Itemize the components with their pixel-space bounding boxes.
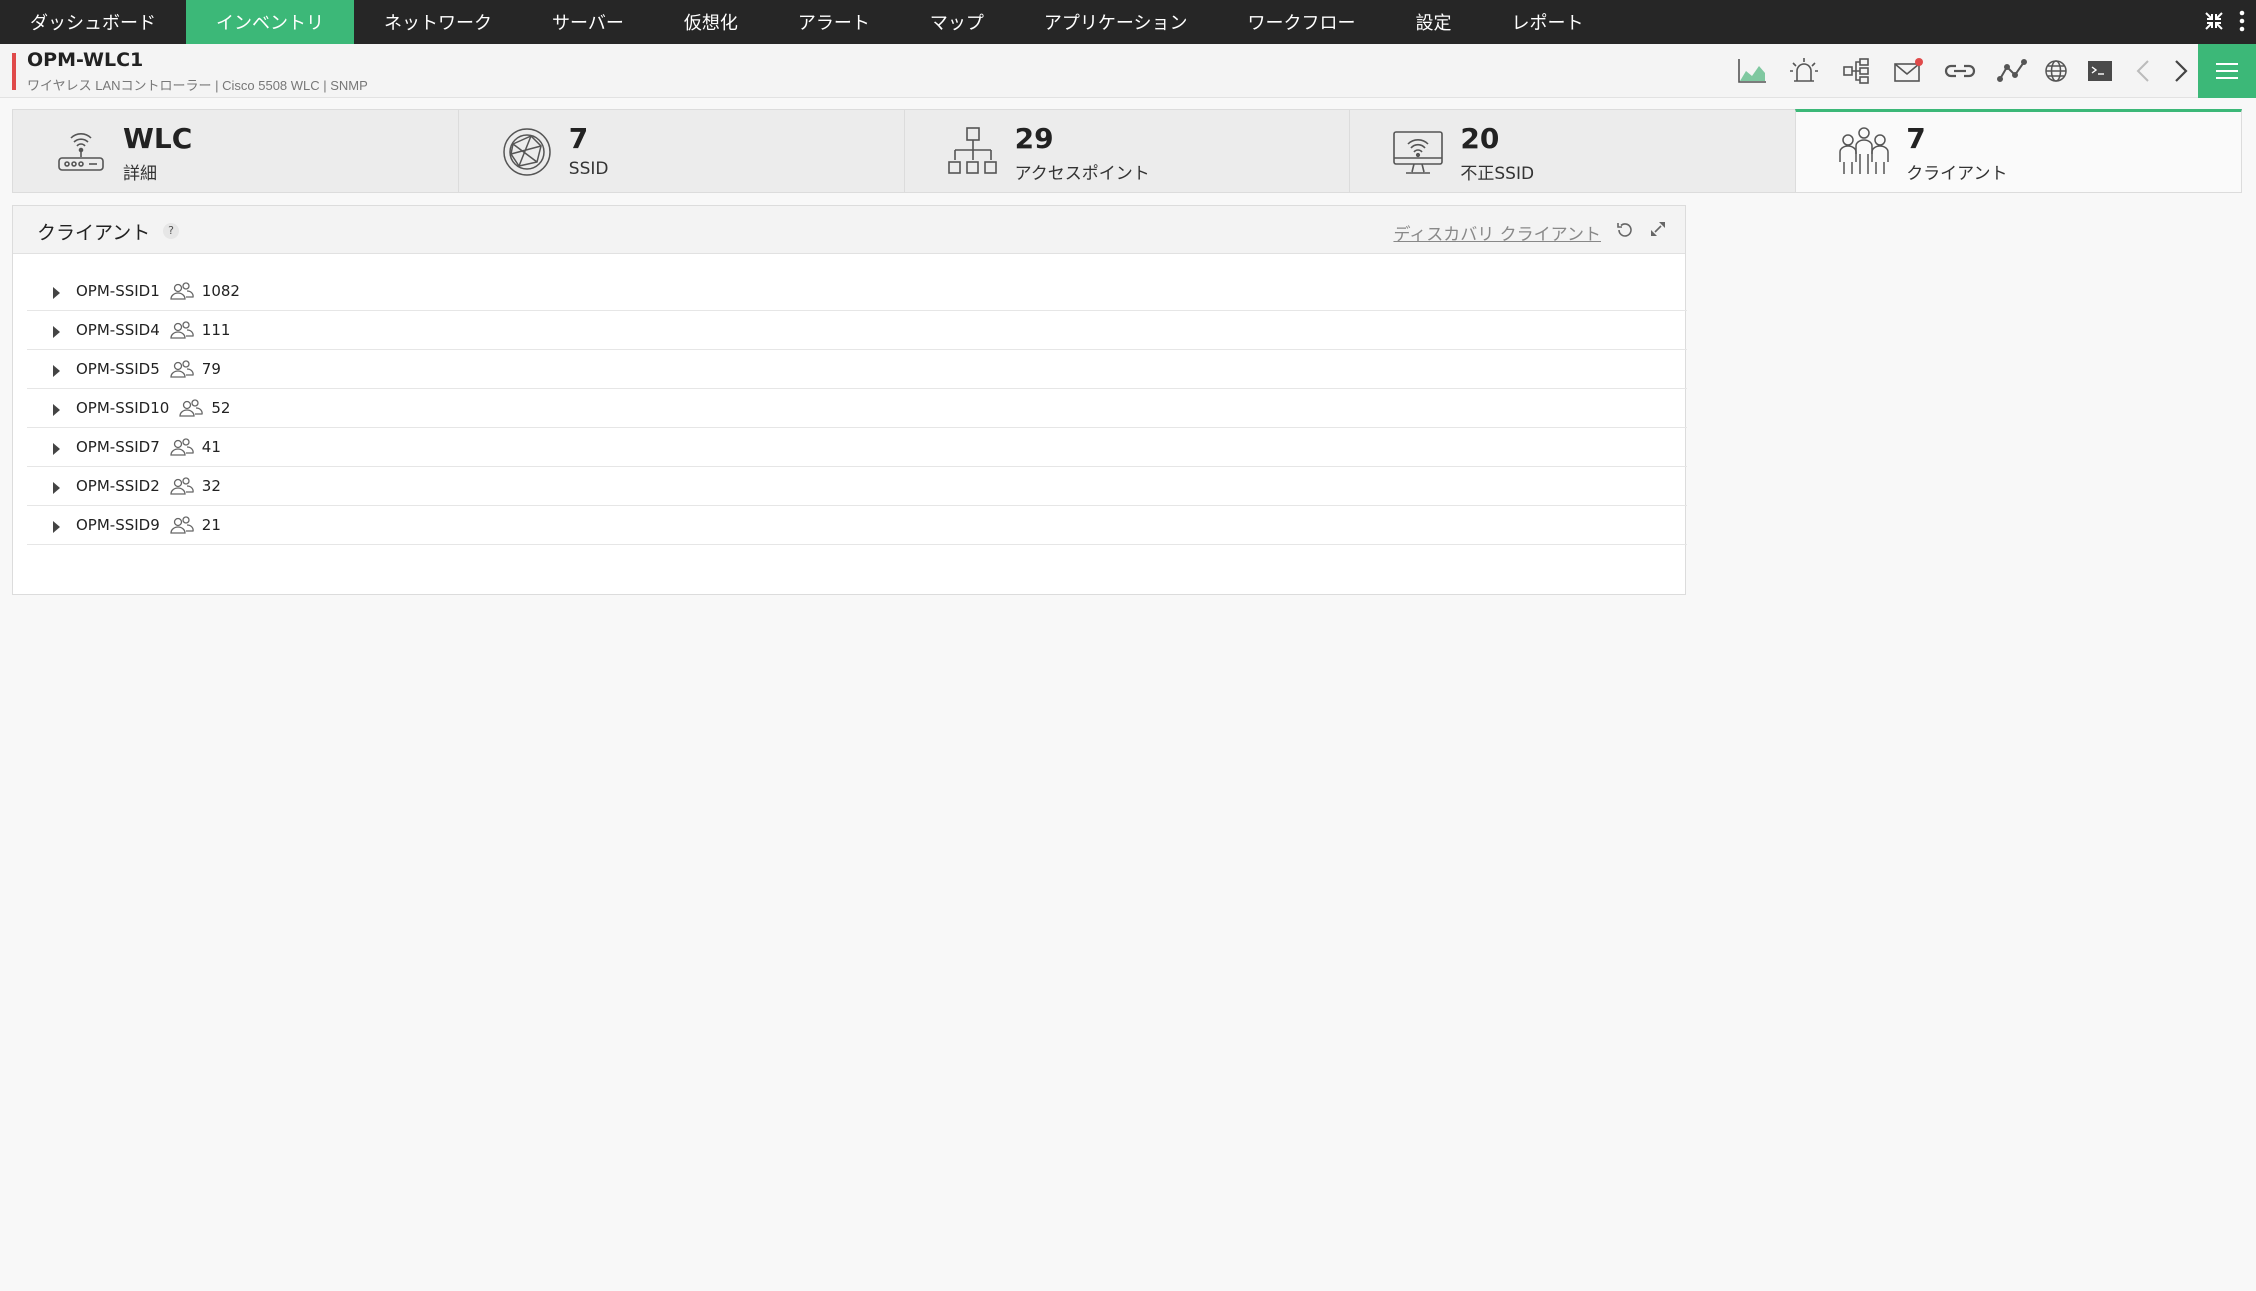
- ssid-name: OPM-SSID4: [76, 321, 160, 339]
- card-value: 7: [1906, 122, 1926, 155]
- chart-icon[interactable]: [1726, 44, 1778, 98]
- collapse-icon[interactable]: [2204, 11, 2224, 34]
- client-count: 41: [201, 438, 221, 456]
- ssid-name: OPM-SSID9: [76, 516, 160, 534]
- card-clients[interactable]: 7 クライアント: [1795, 109, 2242, 193]
- tab-reports[interactable]: レポート: [1481, 0, 1613, 44]
- topnav-actions: [2204, 0, 2256, 44]
- clients-icon: [1839, 127, 1889, 174]
- expand-caret-icon[interactable]: [53, 481, 60, 494]
- discover-clients-link[interactable]: ディスカバリ クライアント: [1393, 220, 1601, 245]
- client-count: 21: [201, 516, 221, 534]
- hamburger-menu-icon[interactable]: [2198, 44, 2256, 98]
- users-icon: [170, 321, 194, 339]
- card-label: 詳細: [123, 164, 157, 184]
- users-icon: [170, 477, 194, 495]
- expand-caret-icon[interactable]: [53, 286, 60, 299]
- graph-icon[interactable]: [1986, 44, 2038, 98]
- card-label: アクセスポイント: [1014, 164, 1150, 184]
- card-ssid[interactable]: 7 SSID: [457, 109, 904, 193]
- terminal-icon[interactable]: [2074, 44, 2126, 98]
- tab-dashboard[interactable]: ダッシュボード: [0, 0, 186, 44]
- card-rogue-ssid[interactable]: 20 不正SSID: [1349, 109, 1796, 193]
- expand-caret-icon[interactable]: [53, 520, 60, 533]
- tab-server[interactable]: サーバー: [522, 0, 654, 44]
- client-count: 79: [201, 360, 221, 378]
- refresh-icon[interactable]: [1615, 220, 1635, 240]
- tab-alarms[interactable]: アラート: [768, 0, 900, 44]
- list-item[interactable]: OPM-SSID9 21: [27, 506, 1687, 545]
- client-count: 111: [201, 321, 231, 339]
- expand-caret-icon[interactable]: [53, 442, 60, 455]
- tab-inventory[interactable]: インベントリ: [186, 0, 354, 44]
- globe-icon[interactable]: [2038, 44, 2074, 98]
- users-icon: [170, 282, 194, 300]
- rogue-ssid-icon: [1393, 131, 1444, 174]
- card-value: WLC: [123, 122, 193, 155]
- tab-settings[interactable]: 設定: [1385, 0, 1481, 44]
- ssid-name: OPM-SSID7: [76, 438, 160, 456]
- more-vertical-icon[interactable]: [2238, 10, 2246, 35]
- alarm-icon[interactable]: [1778, 44, 1830, 98]
- device-toolbar: [1726, 44, 2198, 98]
- link-icon[interactable]: [1934, 44, 1986, 98]
- panel-header: クライアント ? ディスカバリ クライアント: [13, 206, 1685, 254]
- mail-icon[interactable]: [1882, 44, 1934, 98]
- users-icon: [170, 516, 194, 534]
- ssid-name: OPM-SSID10: [76, 399, 170, 417]
- tab-maps[interactable]: マップ: [900, 0, 1014, 44]
- users-icon: [170, 438, 194, 456]
- client-count: 1082: [201, 282, 240, 300]
- tab-network[interactable]: ネットワーク: [354, 0, 522, 44]
- list-item[interactable]: OPM-SSID5 79: [27, 350, 1687, 389]
- tab-workflow[interactable]: ワークフロー: [1217, 0, 1385, 44]
- expand-caret-icon[interactable]: [53, 325, 60, 338]
- users-icon: [170, 360, 194, 378]
- client-count: 32: [201, 477, 221, 495]
- card-label: クライアント: [1906, 164, 2008, 184]
- card-value: 29: [1014, 122, 1054, 155]
- ssid-name: OPM-SSID1: [76, 282, 160, 300]
- ssid-name: OPM-SSID5: [76, 360, 160, 378]
- device-name: OPM-WLC1: [27, 49, 144, 71]
- expand-caret-icon[interactable]: [53, 364, 60, 377]
- clients-panel: クライアント ? ディスカバリ クライアント OPM-SSID1 1082 OP…: [12, 205, 1687, 595]
- card-label: SSID: [568, 159, 609, 179]
- hierarchy-icon[interactable]: [1830, 44, 1882, 98]
- device-subtitle: ワイヤレス LANコントローラー | Cisco 5508 WLC | SNMP: [27, 78, 368, 93]
- wlc-router-icon: [58, 133, 104, 171]
- panel-title: クライアント: [37, 222, 151, 244]
- ssid-globe-icon: [503, 128, 551, 176]
- card-value: 20: [1460, 122, 1500, 155]
- summary-cards: WLC 詳細 7 SSID 29 アクセスポイント 20 不正SSID 7 クラ…: [12, 109, 2242, 193]
- card-label: 不正SSID: [1460, 164, 1535, 184]
- card-access-points[interactable]: 29 アクセスポイント: [903, 109, 1350, 193]
- list-item[interactable]: OPM-SSID2 32: [27, 467, 1687, 506]
- expand-caret-icon[interactable]: [53, 403, 60, 416]
- tab-virtualization[interactable]: 仮想化: [654, 0, 768, 44]
- prev-icon[interactable]: [2126, 44, 2162, 98]
- ssid-client-list: OPM-SSID1 1082 OPM-SSID4 111 OPM-SSID5 7…: [27, 272, 1687, 545]
- card-wlc-details[interactable]: WLC 詳細: [12, 109, 458, 193]
- list-item[interactable]: OPM-SSID10 52: [27, 389, 1687, 428]
- next-icon[interactable]: [2162, 44, 2198, 98]
- device-header: OPM-WLC1 ワイヤレス LANコントローラー | Cisco 5508 W…: [0, 44, 2256, 98]
- expand-icon[interactable]: [1649, 220, 1667, 238]
- help-icon[interactable]: ?: [163, 223, 179, 239]
- list-item[interactable]: OPM-SSID7 41: [27, 428, 1687, 467]
- ssid-name: OPM-SSID2: [76, 477, 160, 495]
- status-indicator: [12, 53, 16, 90]
- top-nav: ダッシュボード インベントリ ネットワーク サーバー 仮想化 アラート マップ …: [0, 0, 2256, 44]
- list-item[interactable]: OPM-SSID4 111: [27, 311, 1687, 350]
- client-count: 52: [211, 399, 231, 417]
- access-point-icon: [947, 127, 997, 174]
- users-icon: [179, 399, 204, 417]
- card-value: 7: [568, 122, 589, 155]
- list-item[interactable]: OPM-SSID1 1082: [27, 272, 1687, 311]
- tab-applications[interactable]: アプリケーション: [1014, 0, 1218, 44]
